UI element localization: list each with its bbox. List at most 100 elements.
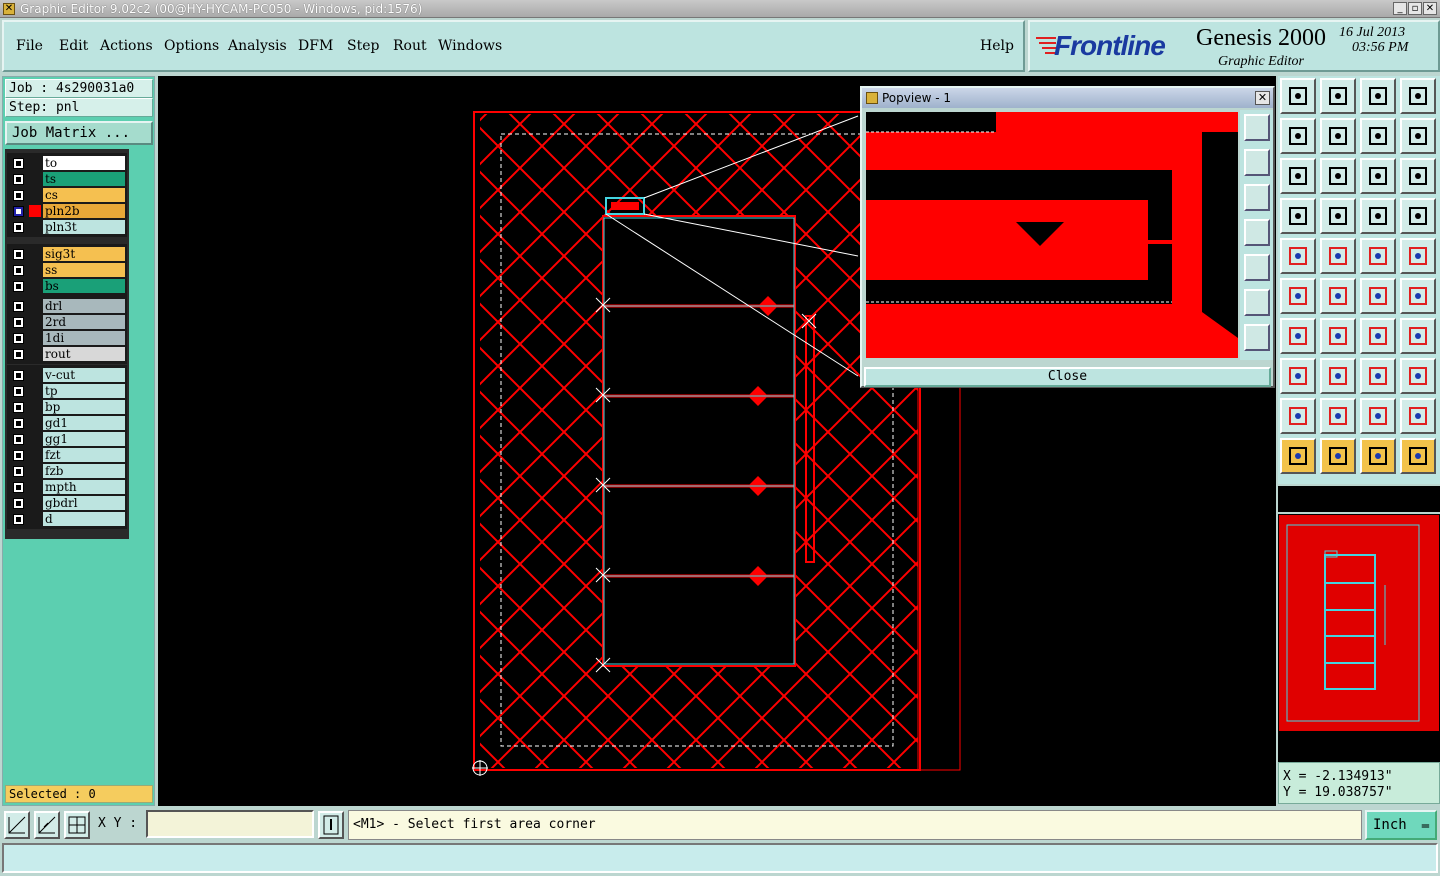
flip-icon[interactable]: [1400, 118, 1436, 154]
job-matrix-button[interactable]: Job Matrix ...: [5, 121, 153, 145]
layer-name[interactable]: rout: [43, 347, 125, 361]
layer-checkbox[interactable]: [13, 190, 24, 201]
layer-row-sig3t[interactable]: sig3t: [9, 246, 125, 262]
help-icon[interactable]: [1400, 158, 1436, 194]
layer-name[interactable]: d: [43, 512, 125, 526]
add-connect-icon[interactable]: [1400, 278, 1436, 314]
wrench-icon[interactable]: [1280, 198, 1316, 234]
layer-row-1di[interactable]: 1di: [9, 330, 125, 346]
grid-icon[interactable]: [64, 811, 90, 839]
layer-checkbox[interactable]: [13, 482, 24, 493]
layer-row-gd1[interactable]: gd1: [9, 415, 125, 431]
menu-windows[interactable]: Windows: [438, 38, 502, 54]
menu-dfm[interactable]: DFM: [298, 38, 333, 54]
menu-edit[interactable]: Edit: [59, 38, 88, 54]
layer-name[interactable]: fzb: [43, 464, 125, 478]
layer-name[interactable]: pln2b: [43, 204, 125, 218]
popview-pan-down-icon[interactable]: [1244, 184, 1270, 211]
triangle-d-icon[interactable]: [1400, 398, 1436, 434]
layer-name[interactable]: gd1: [43, 416, 125, 430]
snap-icon[interactable]: [4, 811, 30, 839]
layer-name[interactable]: bp: [43, 400, 125, 414]
arc-icon[interactable]: [1360, 318, 1396, 354]
connect-icon[interactable]: [1360, 278, 1396, 314]
popview-pan-right-icon[interactable]: [1244, 254, 1270, 281]
popview-pan-left-icon[interactable]: [1244, 219, 1270, 246]
layer-checkbox[interactable]: [13, 498, 24, 509]
overview-map[interactable]: [1278, 514, 1440, 732]
layer-row-rout[interactable]: rout: [9, 346, 125, 362]
node-icon[interactable]: [1280, 278, 1316, 314]
layer-checkbox[interactable]: [13, 301, 24, 312]
fit-icon[interactable]: [1280, 158, 1316, 194]
layer-row-d[interactable]: d: [9, 511, 125, 527]
layer-row-mpth[interactable]: mpth: [9, 479, 125, 495]
layer-name[interactable]: gg1: [43, 432, 125, 446]
layer-row-gbdrl[interactable]: gbdrl: [9, 495, 125, 511]
home-icon[interactable]: [1280, 78, 1316, 114]
popview-fit-icon[interactable]: [1244, 289, 1270, 316]
route-icon[interactable]: [1360, 198, 1396, 234]
layer-checkbox[interactable]: [13, 281, 24, 292]
layer-name[interactable]: sig3t: [43, 247, 125, 261]
layer-name[interactable]: cs: [43, 188, 125, 202]
cross-icon[interactable]: [1320, 278, 1356, 314]
angle-icon[interactable]: [1280, 318, 1316, 354]
pad-add-icon[interactable]: [1280, 358, 1316, 394]
info-icon[interactable]: [318, 811, 344, 839]
menu-help[interactable]: Help: [980, 38, 1014, 54]
pointer-select-icon[interactable]: [1320, 438, 1356, 474]
pointer-alt-icon[interactable]: [1360, 438, 1396, 474]
layer-checkbox[interactable]: [13, 206, 24, 217]
popview-canvas[interactable]: [866, 112, 1238, 358]
pointer-icon[interactable]: [1280, 438, 1316, 474]
close-icon[interactable]: ✕: [1423, 2, 1437, 15]
layer-row-gg1[interactable]: gg1: [9, 431, 125, 447]
layer-checkbox[interactable]: [13, 402, 24, 413]
layer-checkbox[interactable]: [13, 317, 24, 328]
minimize-icon[interactable]: _: [1393, 2, 1407, 15]
popview-title-bar[interactable]: Popview - 1 ✕: [862, 88, 1273, 108]
layer-name[interactable]: to: [43, 156, 125, 170]
layer-name[interactable]: fzt: [43, 448, 125, 462]
layer-checkbox[interactable]: [13, 174, 24, 185]
mirror-icon[interactable]: [1400, 318, 1436, 354]
layer-name[interactable]: gbdrl: [43, 496, 125, 510]
layer-checkbox[interactable]: [13, 386, 24, 397]
save-icon[interactable]: [1320, 78, 1356, 114]
layer-name[interactable]: tp: [43, 384, 125, 398]
layer-row-fzt[interactable]: fzt: [9, 447, 125, 463]
triangle-icon[interactable]: [1280, 398, 1316, 434]
layer-name[interactable]: drl: [43, 299, 125, 313]
unit-selector[interactable]: Inch ═: [1365, 810, 1437, 840]
dash-icon[interactable]: [1320, 358, 1356, 394]
popview-close-button[interactable]: Close: [864, 367, 1271, 387]
house-icon[interactable]: [1360, 78, 1396, 114]
layer-checkbox[interactable]: [13, 370, 24, 381]
menu-step[interactable]: Step: [347, 38, 379, 54]
menu-rout[interactable]: Rout: [393, 38, 427, 54]
measure-icon[interactable]: [1360, 358, 1396, 394]
layer-row-tp[interactable]: tp: [9, 383, 125, 399]
layer-checkbox[interactable]: [13, 514, 24, 525]
left-icon[interactable]: [1280, 118, 1316, 154]
layer-name[interactable]: bs: [43, 279, 125, 293]
popview-close-icon[interactable]: ✕: [1255, 91, 1270, 105]
pad-icon[interactable]: [1280, 238, 1316, 274]
layer-name[interactable]: 2rd: [43, 315, 125, 329]
layer-name[interactable]: ts: [43, 172, 125, 186]
layer-checkbox[interactable]: [13, 333, 24, 344]
layer-checkbox[interactable]: [13, 222, 24, 233]
path-icon[interactable]: [1400, 438, 1436, 474]
split-view-icon[interactable]: [1400, 78, 1436, 114]
layer-checkbox[interactable]: [13, 418, 24, 429]
zoom-all-icon[interactable]: [1320, 158, 1356, 194]
shapes-icon[interactable]: [1400, 358, 1436, 394]
popview-zoom-icon[interactable]: [1244, 114, 1270, 141]
layer-name[interactable]: mpth: [43, 480, 125, 494]
layer-row-2rd[interactable]: 2rd: [9, 314, 125, 330]
layer-checkbox[interactable]: [13, 349, 24, 360]
layer-row-v-cut[interactable]: v-cut: [9, 367, 125, 383]
layer-checkbox[interactable]: [13, 466, 24, 477]
layer-name[interactable]: 1di: [43, 331, 125, 345]
